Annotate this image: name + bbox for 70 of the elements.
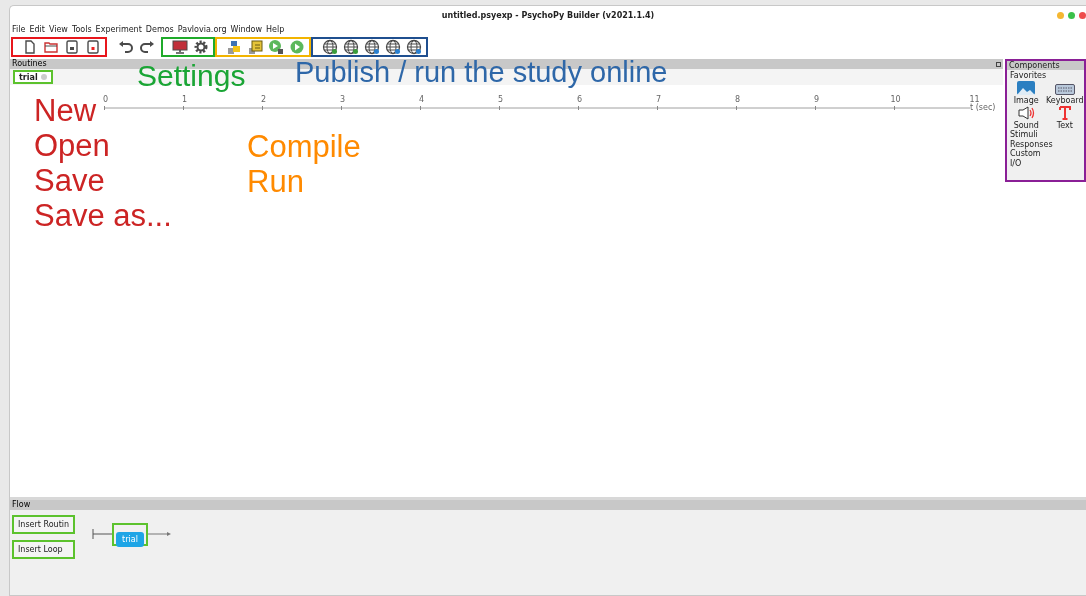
maximize-icon[interactable] bbox=[996, 61, 1001, 67]
annotation-text: Open bbox=[34, 128, 110, 164]
tick-label: 0 bbox=[101, 95, 110, 104]
menu-item[interactable]: Window bbox=[230, 25, 263, 34]
text-icon bbox=[1058, 106, 1071, 120]
flow-start-line bbox=[92, 528, 113, 540]
python-icon[interactable] bbox=[226, 39, 242, 55]
category-label[interactable]: Favorites bbox=[1007, 70, 1084, 80]
tick-label: 1 bbox=[180, 95, 189, 104]
axis-label: t (sec) bbox=[970, 102, 996, 112]
tick-label: 5 bbox=[496, 95, 505, 104]
tick-label: 4 bbox=[417, 95, 426, 104]
folder-icon[interactable] bbox=[43, 39, 59, 55]
globe-icon[interactable] bbox=[364, 39, 380, 55]
category-label[interactable]: Custom bbox=[1007, 149, 1084, 159]
panel-title: Flow bbox=[10, 500, 1086, 510]
close-button[interactable] bbox=[1079, 12, 1086, 19]
menu-item[interactable]: Edit bbox=[29, 25, 45, 34]
component-button[interactable]: Keyboard bbox=[1045, 80, 1084, 105]
annotation-text: Save bbox=[34, 163, 105, 199]
insert-routine-button[interactable]: Insert Routin bbox=[12, 515, 76, 534]
picture-icon bbox=[1017, 81, 1036, 95]
menu-item[interactable]: Experiment bbox=[95, 25, 142, 34]
speaker-icon bbox=[1017, 106, 1035, 120]
annotation-text: New bbox=[34, 93, 96, 128]
component-button[interactable]: Text bbox=[1045, 105, 1084, 130]
tick-label: 6 bbox=[575, 95, 584, 104]
menu-item[interactable]: Help bbox=[266, 25, 285, 34]
component-button[interactable]: Sound bbox=[1007, 105, 1046, 130]
new-file-icon[interactable] bbox=[22, 39, 38, 55]
keyboard-icon bbox=[1054, 84, 1075, 95]
annotation-text: Save as... bbox=[34, 198, 172, 234]
routine-tab[interactable]: trial bbox=[13, 70, 53, 84]
save-as-icon[interactable] bbox=[85, 39, 101, 55]
menu-item[interactable]: Pavlovia.org bbox=[177, 25, 227, 34]
globe-icon[interactable] bbox=[322, 39, 338, 55]
tick-label: 3 bbox=[338, 95, 347, 104]
menu-item[interactable]: Demos bbox=[145, 25, 174, 34]
annotation-text: Run bbox=[247, 164, 304, 200]
panel-title: Components bbox=[1007, 61, 1084, 70]
menu-item[interactable]: File bbox=[12, 25, 26, 34]
save-icon[interactable] bbox=[64, 39, 80, 55]
annotation-text: Settings bbox=[137, 59, 246, 93]
globe-icon[interactable] bbox=[385, 39, 401, 55]
category-label[interactable]: I/O bbox=[1007, 158, 1084, 168]
category-label[interactable]: Stimuli bbox=[1007, 130, 1084, 140]
annotation-text: Publish / run the study online bbox=[295, 56, 668, 89]
panel-title: Routines bbox=[12, 59, 47, 69]
play-icon[interactable] bbox=[268, 39, 284, 55]
tick-label: 2 bbox=[259, 95, 268, 104]
flow-arrow bbox=[147, 531, 172, 537]
script-icon[interactable] bbox=[247, 39, 263, 55]
monitor-icon[interactable] bbox=[172, 39, 188, 55]
tick-label: 7 bbox=[654, 95, 663, 104]
component-button[interactable]: Image bbox=[1007, 80, 1046, 105]
category-label[interactable]: Responses bbox=[1007, 139, 1084, 149]
insert-loop-button[interactable]: Insert Loop bbox=[12, 540, 76, 559]
menu-item[interactable]: Tools bbox=[71, 25, 92, 34]
redo-icon[interactable] bbox=[139, 39, 155, 55]
globe-icon[interactable] bbox=[343, 39, 359, 55]
tick-label: 11 bbox=[968, 95, 980, 104]
globe-icon[interactable] bbox=[406, 39, 422, 55]
tick-label: 9 bbox=[812, 95, 821, 104]
menu-item[interactable]: View bbox=[48, 25, 68, 34]
annotation-text: Compile bbox=[247, 129, 361, 164]
window-title: untitled.psyexp - PsychoPy Builder (v2021.1.4) bbox=[441, 10, 655, 20]
tick-label: 10 bbox=[889, 95, 902, 104]
settings-icon[interactable] bbox=[193, 39, 209, 55]
undo-icon[interactable] bbox=[118, 39, 134, 55]
tick-label: 8 bbox=[733, 95, 742, 104]
